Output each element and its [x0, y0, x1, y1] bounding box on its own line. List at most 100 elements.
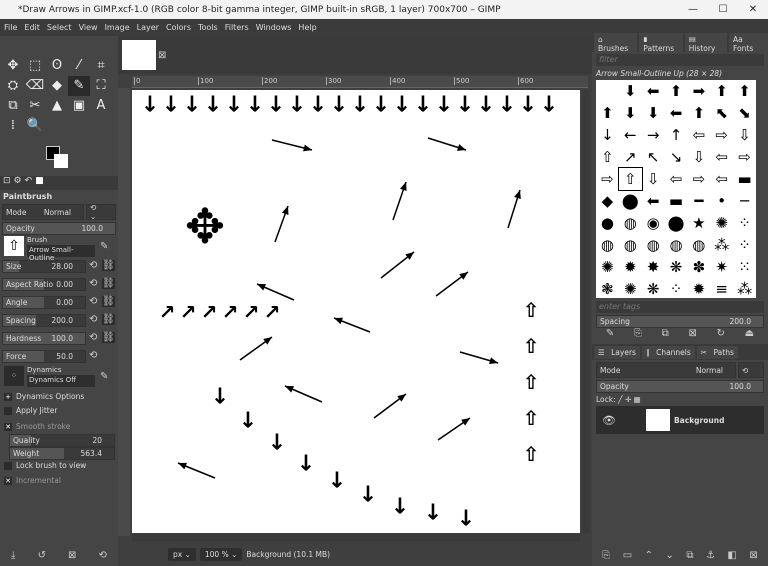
brush-swatch[interactable]: ✺ — [710, 212, 733, 234]
link-icon[interactable]: ⛓ — [102, 314, 115, 325]
mask-icon[interactable]: ◧ — [727, 550, 736, 561]
dynamics-preview[interactable]: ⁘ — [4, 366, 24, 386]
brush-swatch[interactable]: ✹ — [687, 278, 710, 298]
brush-swatch[interactable]: ⁂ — [710, 234, 733, 256]
brush-swatch[interactable]: ⇨ — [596, 168, 619, 190]
brush-swatch[interactable]: ⇧ — [617, 167, 643, 191]
quality-slider[interactable]: Quality 20 — [9, 434, 115, 447]
brush-swatch[interactable]: ▬ — [733, 168, 756, 190]
brush-swatch[interactable]: ✸ — [642, 256, 665, 278]
brush-swatch[interactable]: ▬ — [665, 190, 688, 212]
undo-history-tab[interactable]: ↶ — [25, 176, 33, 190]
brush-swatch[interactable]: ⬆ — [733, 80, 756, 102]
brush-swatch[interactable]: ≡ — [710, 278, 733, 298]
brush-swatch[interactable]: ⇩ — [733, 124, 756, 146]
brush-swatch[interactable]: ⬅ — [642, 80, 665, 102]
device-status-tab[interactable]: ⚙ — [14, 176, 22, 190]
brush-swatch[interactable]: ➡ — [687, 80, 710, 102]
smudge-tool-icon[interactable]: ✂ — [24, 96, 46, 116]
layer-mode-reset[interactable]: ⟲ — [738, 362, 764, 378]
reset-icon[interactable]: ⟲ — [89, 314, 97, 325]
incremental-checkbox[interactable]: ✕ Incremental — [4, 476, 61, 485]
edit-dynamics-icon[interactable]: ✎ — [100, 371, 108, 382]
fuzzy-select-tool-icon[interactable]: ⁄ — [68, 56, 90, 76]
restore-options-icon[interactable]: ↺ — [38, 550, 46, 561]
brush-swatch[interactable]: ⬤ — [619, 190, 642, 212]
brush-swatch[interactable]: ⬤ — [665, 212, 688, 234]
link-icon[interactable]: ⛓ — [102, 260, 115, 271]
lock-pixels-icon[interactable]: ╱ — [618, 395, 623, 404]
brush-swatch[interactable] — [596, 80, 619, 102]
brush-swatch[interactable]: ↓ — [596, 124, 619, 146]
brush-swatch[interactable]: ⬆ — [710, 80, 733, 102]
lock-brush-checkbox[interactable]: Lock brush to view — [4, 461, 86, 470]
brush-swatch[interactable]: ⇧ — [596, 146, 619, 168]
reset-icon[interactable]: ⟲ — [89, 332, 97, 343]
paths-tool-icon[interactable]: ▣ — [68, 96, 90, 116]
brush-filter-input[interactable]: filter — [596, 54, 764, 66]
menu-image[interactable]: Image — [105, 23, 130, 32]
background-color[interactable] — [54, 154, 68, 168]
brush-swatch[interactable]: ◉ — [642, 212, 665, 234]
brush-swatch[interactable]: • — [710, 190, 733, 212]
close-button[interactable]: ✕ — [738, 0, 768, 19]
layer-row[interactable]: 👁 Background — [596, 406, 764, 434]
size-slider[interactable]: Size 28.00 — [2, 260, 86, 273]
open-brush-icon[interactable]: ⏏ — [745, 328, 754, 339]
brush-swatch[interactable]: ★ — [687, 212, 710, 234]
link-icon[interactable]: ⛓ — [102, 332, 115, 343]
spacing-slider[interactable]: Spacing 200.0 — [2, 314, 86, 327]
image-canvas[interactable]: ↓ ↓ ↓ ↓ ↓ ↓ ↓ ↓ ↓ ↓ ↓ ↓ ↓ ↓ ↓ ↓ ↓ ↓ ↓ ↓ ✥ ↗ ↗ ↗ ↗ ↗ ↗ ⇧ ⇧ ⇧ ⇧ ⇧ ↓ ↓ ↓ ↓ ↓ ↓ ↓ ↓… — [132, 90, 580, 533]
new-group-icon[interactable]: ▭ — [623, 550, 632, 561]
brush-swatch[interactable]: ⇦ — [665, 168, 688, 190]
brush-swatch[interactable]: ↑ — [665, 124, 688, 146]
zoom-select[interactable]: 100 % ⌄ — [199, 547, 243, 561]
tool-options-tab[interactable]: ⊡ — [3, 176, 11, 190]
brush-swatch[interactable]: ● — [596, 212, 619, 234]
delete-brush-icon[interactable]: ⊠ — [688, 328, 696, 339]
brush-swatch[interactable]: → — [642, 124, 665, 146]
clone-tool-icon[interactable]: ⛶ — [90, 76, 112, 96]
link-icon[interactable]: ⛓ — [102, 278, 115, 289]
brush-swatch[interactable]: ⁘ — [665, 278, 688, 298]
duplicate-brush-icon[interactable]: ⧉ — [662, 328, 669, 339]
duplicate-layer-icon[interactable]: ⧉ — [686, 550, 693, 561]
brush-swatch[interactable]: ⬇ — [642, 102, 665, 124]
menu-file[interactable]: File — [4, 23, 17, 32]
brush-name[interactable]: Arrow Small-Outline — [27, 245, 95, 262]
brush-swatch[interactable]: ⬇ — [619, 102, 642, 124]
tab-paths[interactable]: ✂ Paths — [696, 345, 738, 359]
menu-select[interactable]: Select — [47, 23, 72, 32]
text-tool-icon[interactable]: A — [90, 96, 112, 116]
refresh-brushes-icon[interactable]: ↻ — [717, 328, 725, 339]
brush-spacing-slider[interactable]: Spacing 200.0 — [596, 315, 764, 328]
menu-windows[interactable]: Windows — [256, 23, 292, 32]
reset-icon[interactable]: ⟲ — [89, 296, 97, 307]
reset-options-icon[interactable]: ⟲ — [99, 550, 107, 561]
brush-swatch[interactable]: ✽ — [687, 256, 710, 278]
tab-fonts[interactable]: Aa Fonts — [728, 33, 768, 55]
reset-icon[interactable]: ⟲ — [89, 278, 97, 289]
brush-swatch[interactable]: ◆ — [596, 190, 619, 212]
brush-swatch[interactable]: ✹ — [619, 256, 642, 278]
opacity-slider[interactable]: Opacity 100.0 — [2, 222, 116, 235]
minimize-button[interactable]: — — [678, 0, 708, 19]
brush-swatch[interactable]: ⇩ — [642, 168, 665, 190]
tab-brushes[interactable]: ⌂ Brushes — [594, 33, 638, 55]
color-picker-tool-icon[interactable]: ⁞ — [2, 116, 24, 136]
new-layer-icon[interactable]: ⎘ — [602, 550, 610, 561]
brush-swatch[interactable]: ━ — [687, 190, 710, 212]
brush-swatch[interactable]: ❃ — [596, 278, 619, 298]
brush-swatch[interactable]: ⁘ — [733, 234, 756, 256]
brush-tags-input[interactable]: enter tags — [596, 301, 764, 313]
zoom-tool-icon[interactable]: 🔍 — [24, 116, 46, 136]
brush-swatch[interactable]: ↘ — [665, 146, 688, 168]
force-slider[interactable]: Force 50.0 — [2, 350, 86, 363]
brush-swatch[interactable]: ⇩ — [687, 146, 710, 168]
paintbrush-tool-icon[interactable]: ✎ — [68, 76, 90, 96]
brush-swatch[interactable]: ⇦ — [710, 168, 733, 190]
visibility-eye-icon[interactable]: 👁 — [602, 414, 616, 427]
delete-layer-icon[interactable]: ⊠ — [749, 550, 757, 561]
brush-swatch[interactable]: ─ — [733, 190, 756, 212]
dynamics-name[interactable]: Dynamics Off — [27, 375, 95, 387]
